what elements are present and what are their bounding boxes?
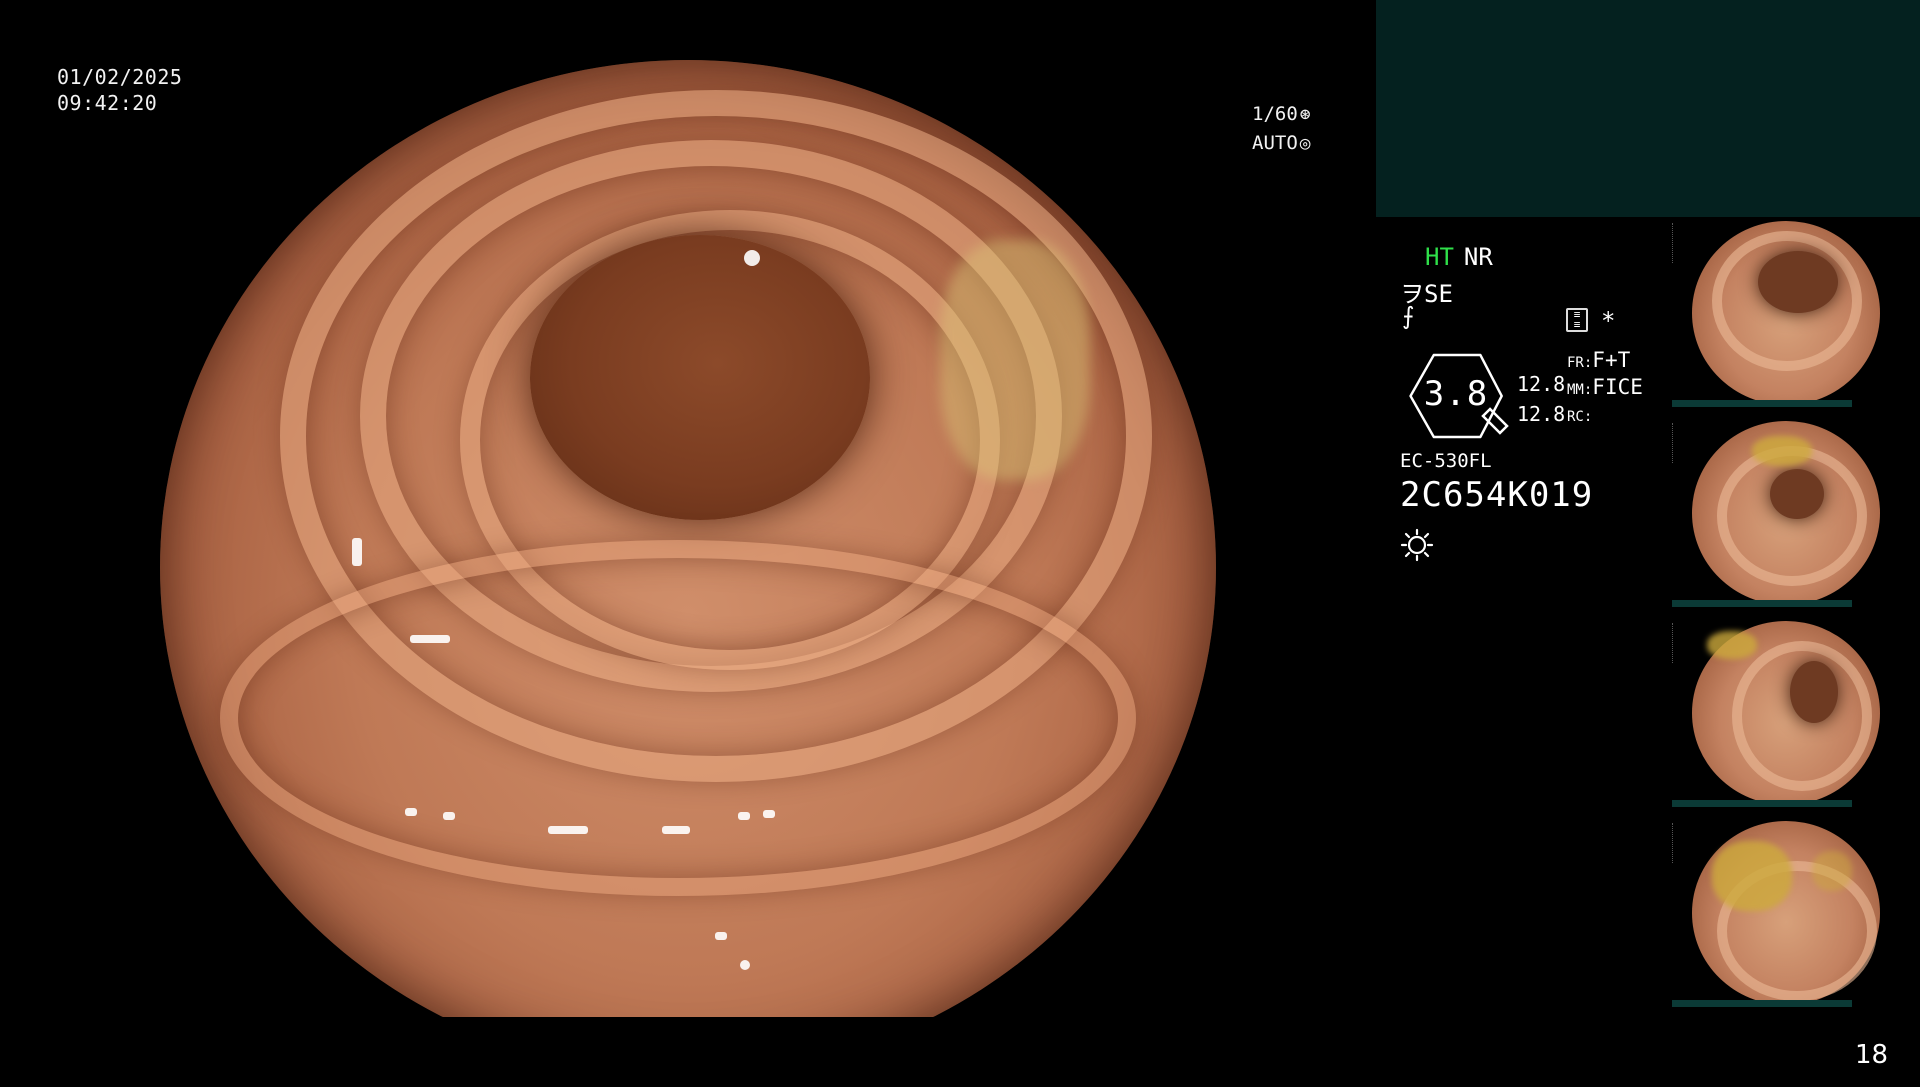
nr-label: NR	[1463, 243, 1493, 271]
light-reflection	[763, 810, 775, 818]
light-reflection	[410, 635, 450, 643]
value-2: 12.8	[1517, 402, 1566, 426]
light-reflection	[738, 812, 750, 820]
sidebar-header-area	[1376, 0, 1920, 217]
enhance-icon: ⨍	[1402, 302, 1415, 330]
thumbnail-bar	[1672, 600, 1852, 607]
thumbnail-capture[interactable]	[1670, 817, 1920, 1009]
light-reflection	[443, 812, 455, 820]
light-source-icon	[1400, 528, 1434, 562]
thumbnail-capture[interactable]	[1670, 417, 1920, 609]
page-number: 18	[1855, 1040, 1889, 1070]
endoscope-live-image	[160, 60, 1216, 1075]
fr-value: F+T	[1592, 348, 1631, 372]
image-bottom-mask	[0, 1017, 1300, 1087]
mode-settings: FR:F+T MM:FICE RC:	[1567, 348, 1643, 429]
thumbnail-image	[1692, 221, 1880, 405]
shutter-readout: 1/60 ⊛ AUTO ◎	[1252, 100, 1311, 158]
thumbnail-bar	[1672, 400, 1852, 407]
ht-nr-indicator: HT NR	[1425, 243, 1493, 271]
thumbnail-bar	[1672, 1000, 1852, 1007]
shutter-speed: 1/60	[1252, 103, 1298, 125]
iris-icon: ◎	[1299, 133, 1311, 154]
light-reflection	[662, 826, 690, 834]
lumen	[530, 235, 870, 520]
fr-label: FR:	[1567, 355, 1593, 371]
thumbnail-capture[interactable]	[1670, 617, 1920, 809]
thumbnail-capture[interactable]	[1670, 217, 1920, 409]
light-reflection	[548, 826, 588, 834]
iris-mode: AUTO	[1252, 132, 1298, 154]
rc-label: RC:	[1567, 409, 1593, 425]
date-text: 01/02/2025	[57, 65, 183, 89]
fluid-area	[940, 240, 1090, 480]
scope-model: EC-530FL	[1400, 450, 1492, 472]
value-1: 12.8	[1517, 372, 1566, 396]
thumbnail-image	[1692, 621, 1880, 805]
shutter-icon: ⊛	[1299, 104, 1311, 125]
se-label: SE	[1424, 280, 1453, 308]
time-text: 09:42:20	[57, 91, 158, 115]
scope-serial: 2C654K019	[1400, 475, 1594, 515]
memory-icon: ≡ ≡	[1566, 308, 1588, 332]
light-reflection	[740, 960, 750, 970]
datetime-overlay: 01/02/2025 09:42:20	[57, 64, 182, 116]
thumbnail-bar	[1672, 800, 1852, 807]
mm-value: FICE	[1592, 375, 1643, 399]
light-reflection	[744, 250, 760, 266]
zoom-value: 3.8	[1423, 374, 1489, 414]
asterisk-indicator: *	[1601, 307, 1616, 335]
light-reflection	[352, 538, 362, 566]
value-column: 12.8 12.8	[1517, 369, 1565, 429]
thumbnail-image	[1692, 421, 1880, 605]
thumbnail-image	[1692, 821, 1880, 1005]
light-reflection	[405, 808, 417, 816]
ht-label: HT	[1425, 243, 1454, 271]
mucosal-fold-lower	[220, 540, 1136, 896]
light-reflection	[715, 932, 727, 940]
mm-label: MM:	[1567, 382, 1593, 398]
